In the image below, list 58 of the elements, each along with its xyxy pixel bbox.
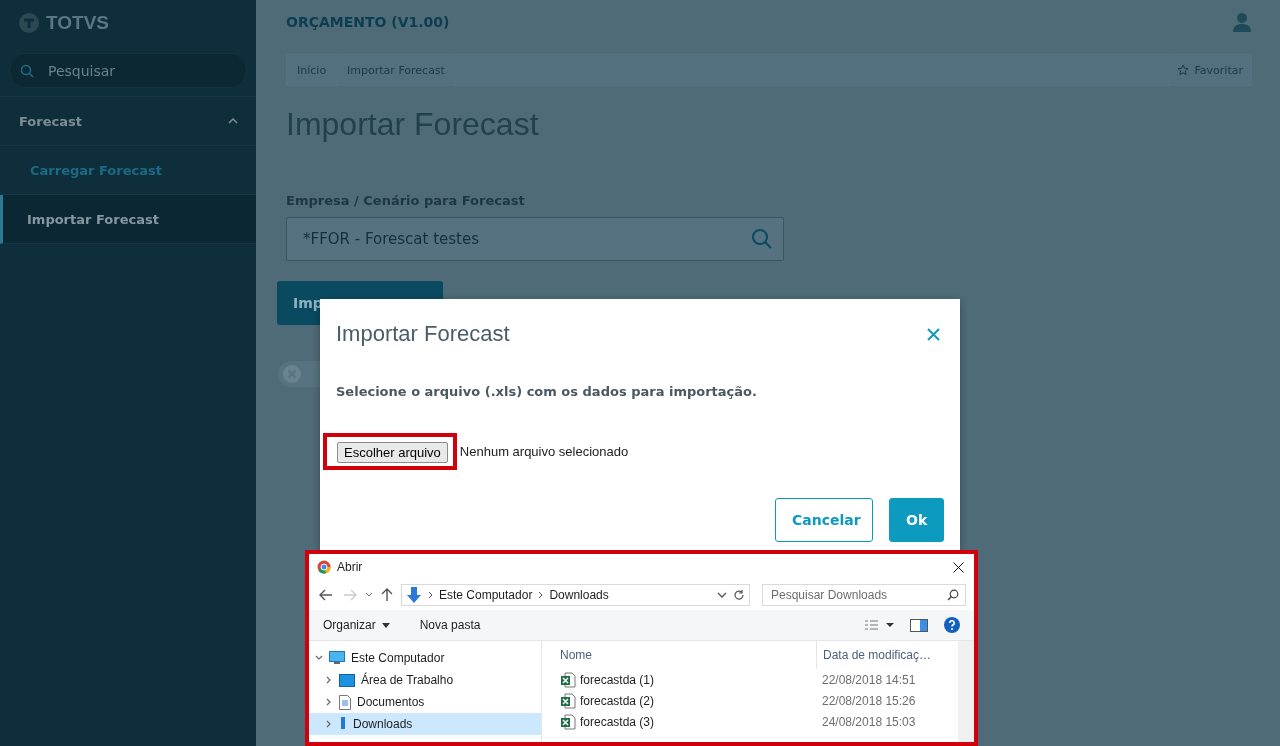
download-arrow-icon xyxy=(406,587,422,603)
caret-icon xyxy=(381,622,390,628)
refresh-icon[interactable] xyxy=(733,589,745,601)
column-header[interactable]: Nome xyxy=(542,648,816,662)
monitor-icon xyxy=(329,651,345,665)
modified-date: 24/08/2018 15:03 xyxy=(821,714,916,729)
search-input[interactable]: Pesquisar xyxy=(46,61,230,80)
modified-date: 22/08/2018 14:51 xyxy=(821,672,916,687)
back-button[interactable] xyxy=(317,587,335,603)
column-header[interactable]: Data de modificaç… xyxy=(816,641,932,669)
folder-tree-item[interactable]: Downloads xyxy=(309,713,541,735)
close-icon xyxy=(927,327,940,341)
menu-group[interactable]: Forecast xyxy=(0,96,256,146)
modified-date: 22/08/2018 15:26 xyxy=(821,693,916,708)
path-segment[interactable]: Este Computador xyxy=(439,588,533,602)
logo-text: TOTVS xyxy=(46,11,109,34)
chevron-icon xyxy=(228,118,238,124)
up-arrow-icon xyxy=(381,588,393,602)
logo-icon xyxy=(18,11,40,34)
up-button[interactable] xyxy=(379,586,395,604)
search-field[interactable]: Pesquisar xyxy=(9,53,247,88)
file-item[interactable]: forecastda (3) xyxy=(542,713,816,730)
folder-tree-item[interactable]: Este Computador xyxy=(309,647,541,669)
new-folder-button[interactable]: Nova pasta xyxy=(419,618,481,632)
desktop-icon xyxy=(339,673,355,687)
folder-tree-item[interactable]: Área de Trabalho xyxy=(309,669,541,691)
clear-icon xyxy=(282,364,302,384)
browser-logo-icon xyxy=(317,560,331,574)
file-item[interactable]: forecastda (2) xyxy=(542,692,816,709)
modal-title: Importar Forecast xyxy=(336,321,510,347)
view-options-icon[interactable] xyxy=(864,619,894,631)
path-segment[interactable]: Downloads xyxy=(549,588,609,602)
dialog-title: Abrir xyxy=(337,560,363,574)
modal-message: Selecione o arquivo (.xls) com os dados para importação. xyxy=(336,384,758,399)
search-icon xyxy=(947,589,959,601)
chevron-right-icon xyxy=(428,591,433,599)
close-icon xyxy=(953,561,964,573)
spreadsheet-icon xyxy=(560,713,576,730)
document-icon xyxy=(339,694,351,710)
app-title: ORÇAMENTO (V1.00) xyxy=(286,14,450,30)
folder-tree-item[interactable]: Documentos xyxy=(309,691,541,713)
forward-arrow-icon xyxy=(343,589,357,601)
search-icon xyxy=(20,63,34,78)
organize-menu-button[interactable]: Organizar xyxy=(323,618,390,632)
help-icon[interactable] xyxy=(944,617,960,633)
address-bar[interactable]: Este Computador Downloads xyxy=(401,584,750,606)
choose-file-button[interactable]: Escolher arquivo xyxy=(337,442,448,463)
scrollbar[interactable] xyxy=(958,641,974,742)
spreadsheet-icon xyxy=(560,671,576,688)
file-item[interactable]: forecastda (1) xyxy=(542,671,816,688)
close-button[interactable] xyxy=(951,559,966,575)
chevron-right-icon xyxy=(538,591,544,599)
back-arrow-icon xyxy=(319,589,333,601)
file-status: Nenhum arquivo selecionado xyxy=(459,444,629,459)
menu-item[interactable]: Importar Forecast xyxy=(0,195,256,244)
star-icon xyxy=(1176,64,1189,76)
spreadsheet-icon xyxy=(560,692,576,709)
preview-pane-icon[interactable] xyxy=(910,618,928,632)
